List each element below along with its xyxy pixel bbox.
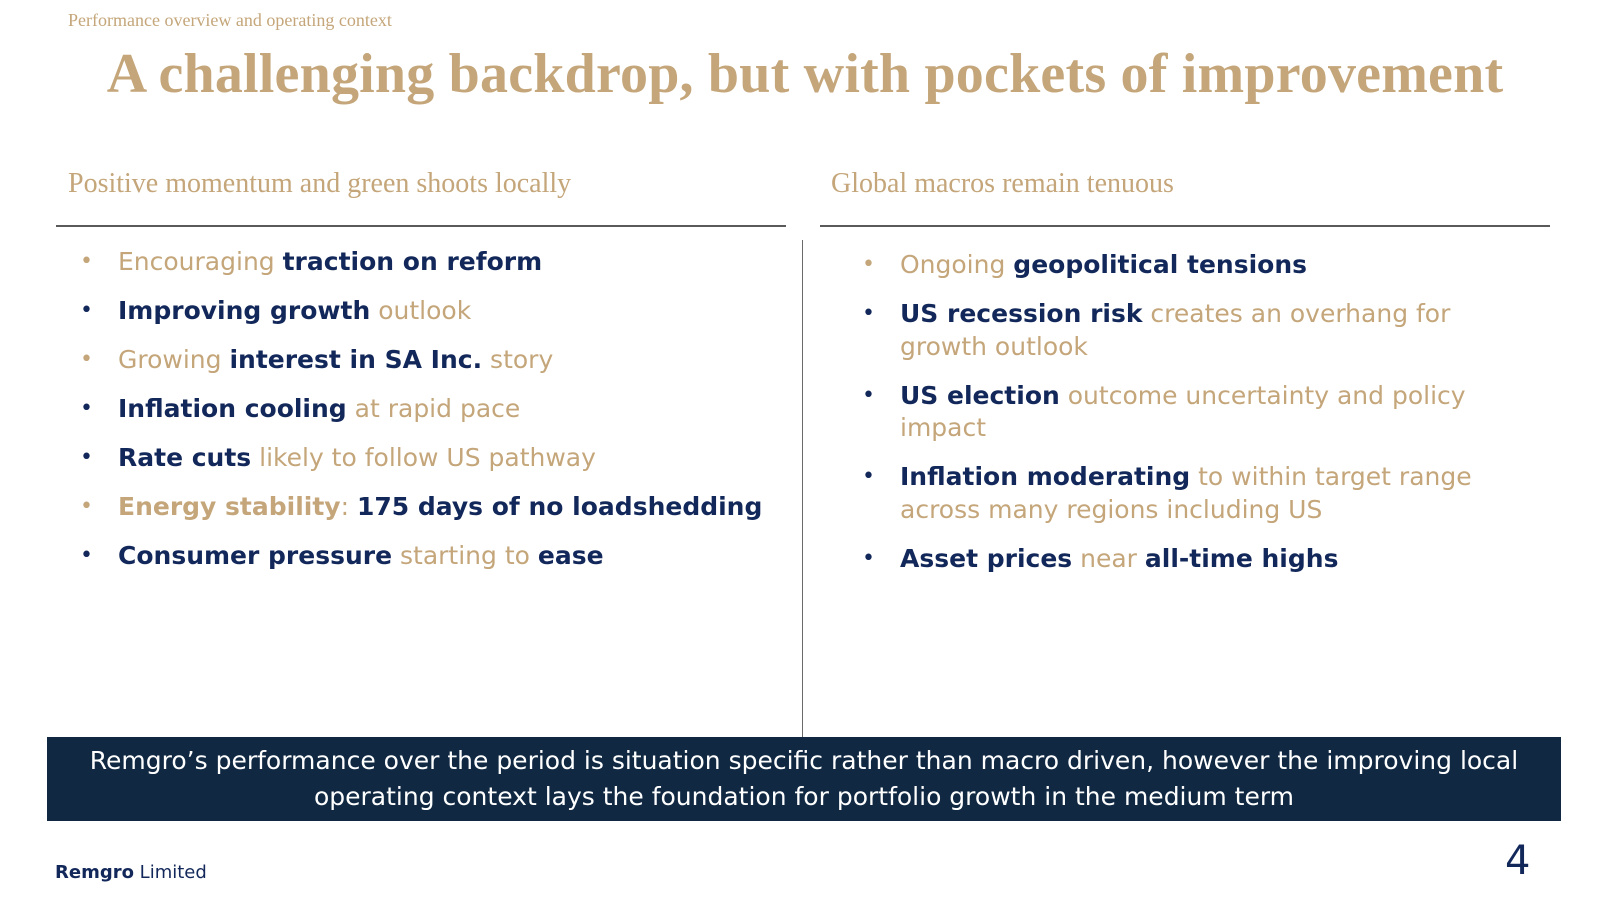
bullet-dot-icon: • <box>862 382 875 408</box>
bullet-emphasis: 175 days of no loadshedding <box>356 492 763 521</box>
bullet-emphasis: US election <box>900 380 1060 410</box>
footer-brand-logo: Remgro Limited <box>55 862 207 883</box>
bullet-dot-icon: • <box>862 301 875 326</box>
bullet-item: • Rate cuts likely to follow US pathway <box>78 442 768 475</box>
right-column-heading: Global macros remain tenuous <box>831 168 1174 199</box>
bullet-text: story <box>482 345 554 374</box>
bullet-emphasis: Asset prices <box>900 543 1073 573</box>
right-heading-rule <box>820 225 1550 227</box>
bullet-item: • Consumer pressure starting to ease <box>78 540 768 573</box>
bullet-emphasis: traction on reform <box>282 247 543 276</box>
bullet-item: • US recession risk creates an overhang f… <box>860 298 1540 363</box>
brand-name: Remgro <box>55 862 134 883</box>
global-macros-list: • Ongoing geopolitical tensions • US recess… <box>860 249 1540 592</box>
bullet-text: Encouraging <box>118 247 283 276</box>
bullet-item: • Energy stability: 175 days of no loadsh… <box>78 491 768 524</box>
bullet-emphasis: ease <box>537 541 604 570</box>
bullet-emphasis: Inflation cooling <box>118 394 347 423</box>
page-title: A challenging backdrop, but with pockets… <box>106 43 1504 105</box>
bullet-emphasis: Inflation moderating <box>900 462 1191 491</box>
bullet-text: Growing <box>118 345 230 374</box>
bullet-text: : <box>340 492 357 521</box>
bullet-emphasis: Rate cuts <box>118 443 252 472</box>
bullet-dot-icon: • <box>862 545 875 571</box>
bullet-text: likely to follow US pathway <box>251 443 596 472</box>
bullet-item: • Growing interest in SA Inc. story <box>78 344 768 377</box>
bullet-dot-icon: • <box>80 445 93 470</box>
bullet-emphasis: geopolitical tensions <box>1013 250 1308 279</box>
bullet-dot-icon: • <box>862 464 875 489</box>
summary-banner: Remgro’s performance over the period is … <box>47 737 1561 821</box>
bullet-emphasis: interest in SA Inc. <box>229 345 483 374</box>
bullet-dot-icon: • <box>80 249 93 274</box>
bullet-dot-icon: • <box>862 252 875 277</box>
bullet-text: near <box>1072 543 1145 573</box>
left-heading-rule <box>56 225 786 227</box>
summary-banner-text: Remgro’s performance over the period is … <box>89 746 1519 811</box>
bullet-dot-icon: • <box>80 494 93 519</box>
bullet-item: • Encouraging traction on reform <box>78 246 768 279</box>
bullet-dot-icon: • <box>80 543 93 568</box>
bullet-text: at rapid pace <box>346 394 521 423</box>
bullet-item: • Inflation cooling at rapid pace <box>78 393 768 426</box>
bullet-emphasis: Improving growth <box>118 296 371 325</box>
column-divider <box>802 240 803 737</box>
bullet-item: • US election outcome uncertainty and pol… <box>860 380 1540 445</box>
section-tag: Performance overview and operating conte… <box>68 10 392 30</box>
left-column-heading: Positive momentum and green shoots local… <box>68 168 572 199</box>
bullet-item: • Improving growth outlook <box>78 295 768 328</box>
bullet-text: starting to <box>392 541 538 570</box>
local-momentum-list: • Encouraging traction on reform • Improvin… <box>78 246 768 589</box>
bullet-text: Ongoing <box>900 250 1014 279</box>
bullet-item: • Inflation moderating to within target r… <box>860 461 1540 526</box>
bullet-dot-icon: • <box>80 298 93 323</box>
page-number: 4 <box>1505 838 1531 884</box>
bullet-dot-icon: • <box>80 396 93 421</box>
bullet-emphasis: Consumer pressure <box>118 541 393 570</box>
bullet-item: • Ongoing geopolitical tensions <box>860 249 1540 282</box>
bullet-emphasis: Energy stability <box>118 492 341 521</box>
brand-suffix: Limited <box>133 862 207 883</box>
bullet-emphasis: all-time highs <box>1144 543 1339 573</box>
bullet-dot-icon: • <box>80 347 93 372</box>
bullet-emphasis: US recession risk <box>900 299 1143 328</box>
bullet-text: outlook <box>370 296 472 325</box>
bullet-item: • Asset prices near all-time highs <box>860 543 1540 576</box>
